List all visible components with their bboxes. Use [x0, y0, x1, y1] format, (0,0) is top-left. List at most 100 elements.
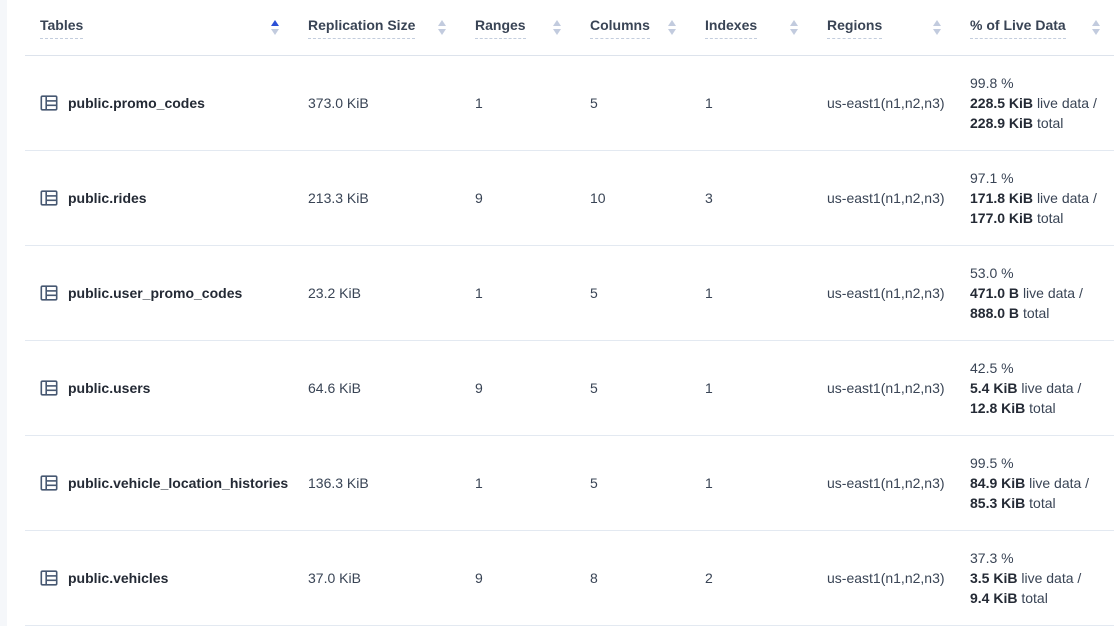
sort-arrows-icon[interactable] [1092, 20, 1100, 35]
live-data-cell: 97.1 % 171.8 KiB live data / 177.0 KiB t… [955, 150, 1114, 245]
sort-arrows-icon[interactable] [933, 20, 941, 35]
total-size-line: 85.3 KiB total [970, 493, 1106, 513]
column-header-label[interactable]: Regions [827, 16, 882, 39]
live-size-line: 5.4 KiB live data / [970, 378, 1106, 398]
table-row: public.vehicles 37.0 KiB 9 8 2 us-east1(… [25, 530, 1114, 625]
live-data-cell: 42.5 % 5.4 KiB live data / 12.8 KiB tota… [955, 340, 1114, 435]
column-header-label[interactable]: Tables [40, 16, 83, 39]
table-name-cell: public.users [25, 340, 293, 435]
table-header-row: Tables Replication Size Ranges [25, 0, 1114, 55]
total-size: 228.9 KiB [970, 115, 1033, 131]
regions-cell: us-east1(n1,n2,n3) [812, 340, 955, 435]
column-header-label[interactable]: % of Live Data [970, 16, 1066, 39]
total-size: 888.0 B [970, 305, 1019, 321]
column-header-label[interactable]: Replication Size [308, 16, 415, 39]
indexes-cell: 1 [690, 435, 812, 530]
live-percent: 53.0 % [970, 263, 1106, 283]
table-name-link[interactable]: public.users [68, 380, 150, 396]
total-size: 85.3 KiB [970, 495, 1025, 511]
total-size-label: total [1023, 305, 1049, 321]
live-size-label: live data / [1029, 475, 1089, 491]
column-header-ranges[interactable]: Ranges [460, 0, 575, 55]
regions-cell: us-east1(n1,n2,n3) [812, 435, 955, 530]
live-size-line: 228.5 KiB live data / [970, 93, 1106, 113]
columns-cell: 5 [575, 55, 690, 150]
regions-cell: us-east1(n1,n2,n3) [812, 55, 955, 150]
table-name-link[interactable]: public.vehicles [68, 570, 168, 586]
replication-size-cell: 373.0 KiB [293, 55, 460, 150]
live-percent: 99.5 % [970, 453, 1106, 473]
live-data-cell: 99.5 % 84.9 KiB live data / 85.3 KiB tot… [955, 435, 1114, 530]
replication-size-cell: 64.6 KiB [293, 340, 460, 435]
table-row: public.vehicle_location_histories 136.3 … [25, 435, 1114, 530]
column-header-columns[interactable]: Columns [575, 0, 690, 55]
column-header-label[interactable]: Ranges [475, 16, 526, 39]
table-name-cell: public.rides [25, 150, 293, 245]
columns-cell: 8 [575, 530, 690, 625]
ranges-cell: 1 [460, 435, 575, 530]
table-body: public.promo_codes 373.0 KiB 1 5 1 us-ea… [25, 55, 1114, 625]
column-header-label[interactable]: Indexes [705, 16, 757, 39]
ranges-cell: 9 [460, 340, 575, 435]
live-size: 84.9 KiB [970, 475, 1025, 491]
total-size-label: total [1021, 590, 1047, 606]
total-size-line: 177.0 KiB total [970, 208, 1106, 228]
live-size-line: 471.0 B live data / [970, 283, 1106, 303]
ranges-cell: 9 [460, 530, 575, 625]
total-size-label: total [1029, 400, 1055, 416]
table-row: public.user_promo_codes 23.2 KiB 1 5 1 u… [25, 245, 1114, 340]
column-header-live-data[interactable]: % of Live Data [955, 0, 1114, 55]
column-header-replication-size[interactable]: Replication Size [293, 0, 460, 55]
table-icon [40, 379, 58, 397]
sort-arrows-icon[interactable] [668, 20, 676, 35]
total-size-label: total [1037, 210, 1063, 226]
table-icon [40, 94, 58, 112]
live-size-label: live data / [1037, 190, 1097, 206]
column-header-tables[interactable]: Tables [25, 0, 293, 55]
live-percent: 97.1 % [970, 168, 1106, 188]
table-name-cell: public.promo_codes [25, 55, 293, 150]
table-name-link[interactable]: public.rides [68, 190, 147, 206]
live-size: 5.4 KiB [970, 380, 1017, 396]
table-name-link[interactable]: public.vehicle_location_histories [68, 475, 288, 491]
total-size-line: 9.4 KiB total [970, 588, 1106, 608]
column-header-indexes[interactable]: Indexes [690, 0, 812, 55]
total-size-line: 228.9 KiB total [970, 113, 1106, 133]
regions-cell: us-east1(n1,n2,n3) [812, 530, 955, 625]
table-name-cell: public.vehicles [25, 530, 293, 625]
live-size-line: 3.5 KiB live data / [970, 568, 1106, 588]
sort-arrows-icon[interactable] [438, 20, 446, 35]
indexes-cell: 3 [690, 150, 812, 245]
total-size-label: total [1029, 495, 1055, 511]
ranges-cell: 9 [460, 150, 575, 245]
live-data-cell: 99.8 % 228.5 KiB live data / 228.9 KiB t… [955, 55, 1114, 150]
live-size-label: live data / [1021, 570, 1081, 586]
indexes-cell: 1 [690, 55, 812, 150]
live-size: 3.5 KiB [970, 570, 1017, 586]
live-size: 471.0 B [970, 285, 1019, 301]
table-name-link[interactable]: public.promo_codes [68, 95, 205, 111]
table-icon [40, 569, 58, 587]
columns-cell: 10 [575, 150, 690, 245]
live-size-label: live data / [1021, 380, 1081, 396]
sort-arrows-icon[interactable] [553, 20, 561, 35]
sort-arrows-icon[interactable] [790, 20, 798, 35]
table-row: public.promo_codes 373.0 KiB 1 5 1 us-ea… [25, 55, 1114, 150]
table-icon [40, 474, 58, 492]
column-header-label[interactable]: Columns [590, 16, 650, 39]
replication-size-cell: 23.2 KiB [293, 245, 460, 340]
sort-arrows-icon[interactable] [271, 20, 279, 35]
total-size: 12.8 KiB [970, 400, 1025, 416]
table-name-link[interactable]: public.user_promo_codes [68, 285, 242, 301]
live-percent: 42.5 % [970, 358, 1106, 378]
live-size-label: live data / [1037, 95, 1097, 111]
live-data-cell: 37.3 % 3.5 KiB live data / 9.4 KiB total [955, 530, 1114, 625]
ranges-cell: 1 [460, 245, 575, 340]
total-size-line: 12.8 KiB total [970, 398, 1106, 418]
table-name-cell: public.user_promo_codes [25, 245, 293, 340]
column-header-regions[interactable]: Regions [812, 0, 955, 55]
indexes-cell: 1 [690, 245, 812, 340]
live-size-line: 171.8 KiB live data / [970, 188, 1106, 208]
columns-cell: 5 [575, 245, 690, 340]
indexes-cell: 1 [690, 340, 812, 435]
